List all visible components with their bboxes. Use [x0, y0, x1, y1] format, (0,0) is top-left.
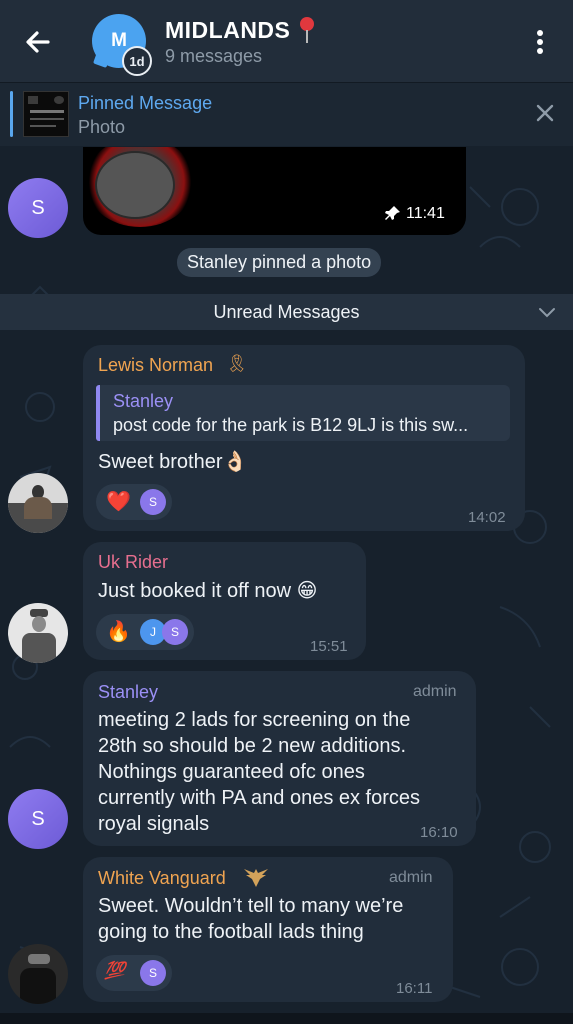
- message-text-line: Sweet. Wouldn’t tell to many we’re: [98, 895, 404, 917]
- chat-title[interactable]: MIDLANDS: [165, 17, 290, 44]
- more-vert-icon[interactable]: [528, 26, 552, 58]
- admin-badge: admin: [389, 869, 433, 886]
- pinned-message-bar[interactable]: Pinned Message Photo: [0, 82, 573, 146]
- photo-time: 11:41: [406, 205, 445, 222]
- pinned-service-message: Stanley pinned a photo: [177, 248, 382, 277]
- avatar[interactable]: [8, 944, 68, 1004]
- unread-messages-divider: Unread Messages: [0, 294, 573, 330]
- pin-icon: [385, 206, 400, 220]
- hundred-points-reaction-icon: 💯: [104, 961, 126, 980]
- reaction-avatar: S: [140, 960, 166, 986]
- reaction-avatar: S: [140, 489, 166, 515]
- bottom-bar: [0, 1013, 573, 1024]
- avatar[interactable]: [8, 473, 68, 533]
- pinned-photo-thumbnail: [23, 91, 69, 137]
- avatar[interactable]: S: [8, 789, 68, 849]
- message-text-line: meeting 2 lads for screening on the: [98, 709, 411, 731]
- message-text-line: 28th so should be 2 new additions.: [98, 735, 406, 757]
- reaction-chip[interactable]: 💯 S: [96, 955, 172, 991]
- message-time: 15:51: [310, 638, 348, 655]
- auto-delete-timer-badge: 1d: [122, 46, 152, 76]
- message-time: 16:10: [420, 824, 458, 841]
- reply-sender: Stanley: [113, 391, 174, 411]
- unread-label: Unread Messages: [213, 301, 360, 322]
- sender-name[interactable]: Stanley: [98, 682, 158, 703]
- message-text-line: going to the football lads thing: [98, 921, 364, 943]
- photo-emblem-inner: [95, 151, 175, 219]
- map-pin-emoji-icon: [300, 17, 314, 43]
- reaction-avatar: S: [162, 619, 188, 645]
- reply-preview[interactable]: Stanley post code for the park is B12 9L…: [96, 385, 510, 441]
- pinned-title: Pinned Message: [78, 93, 213, 113]
- avatar[interactable]: S: [8, 178, 68, 238]
- sender-name[interactable]: White Vanguard: [98, 868, 226, 889]
- eagle-emblem-icon: [244, 869, 268, 887]
- fire-reaction-icon: 🔥: [106, 621, 131, 643]
- reaction-chip[interactable]: 🔥 J S: [96, 614, 194, 650]
- pinned-accent-line: [10, 91, 13, 137]
- chat-area[interactable]: 11:41 S Stanley pinned a photo Unread Me…: [0, 147, 573, 1024]
- photo-message[interactable]: 11:41: [83, 147, 466, 235]
- avatar[interactable]: [8, 603, 68, 663]
- message-text-line: currently with PA and ones ex forces: [98, 787, 421, 809]
- pinned-subtitle: Photo: [78, 117, 126, 137]
- message-text-line: Nothings guaranteed ofc ones: [98, 761, 365, 783]
- message-text: Just booked it off now 😁: [98, 580, 318, 602]
- message-text-line: royal signals: [98, 813, 210, 835]
- chevron-down-icon[interactable]: [538, 305, 556, 319]
- back-arrow-icon[interactable]: [22, 26, 54, 58]
- close-icon[interactable]: [534, 102, 556, 124]
- sender-emoji: 🎗: [226, 354, 248, 373]
- reaction-chip[interactable]: ❤️ S: [96, 484, 172, 520]
- message-time: 14:02: [468, 509, 506, 526]
- message-time: 16:11: [396, 980, 433, 997]
- reply-accent: [96, 385, 100, 441]
- admin-badge: admin: [413, 683, 457, 700]
- heart-reaction-icon: ❤️: [106, 491, 131, 513]
- chat-header: M 1d MIDLANDS 9 messages: [0, 0, 573, 82]
- chat-subtitle: 9 messages: [165, 46, 263, 66]
- sender-name[interactable]: Lewis Norman: [98, 355, 213, 376]
- reply-text: post code for the park is B12 9LJ is thi…: [113, 415, 469, 435]
- message-text: Sweet brother👌🏻: [98, 451, 248, 473]
- sender-name[interactable]: Uk Rider: [98, 552, 168, 573]
